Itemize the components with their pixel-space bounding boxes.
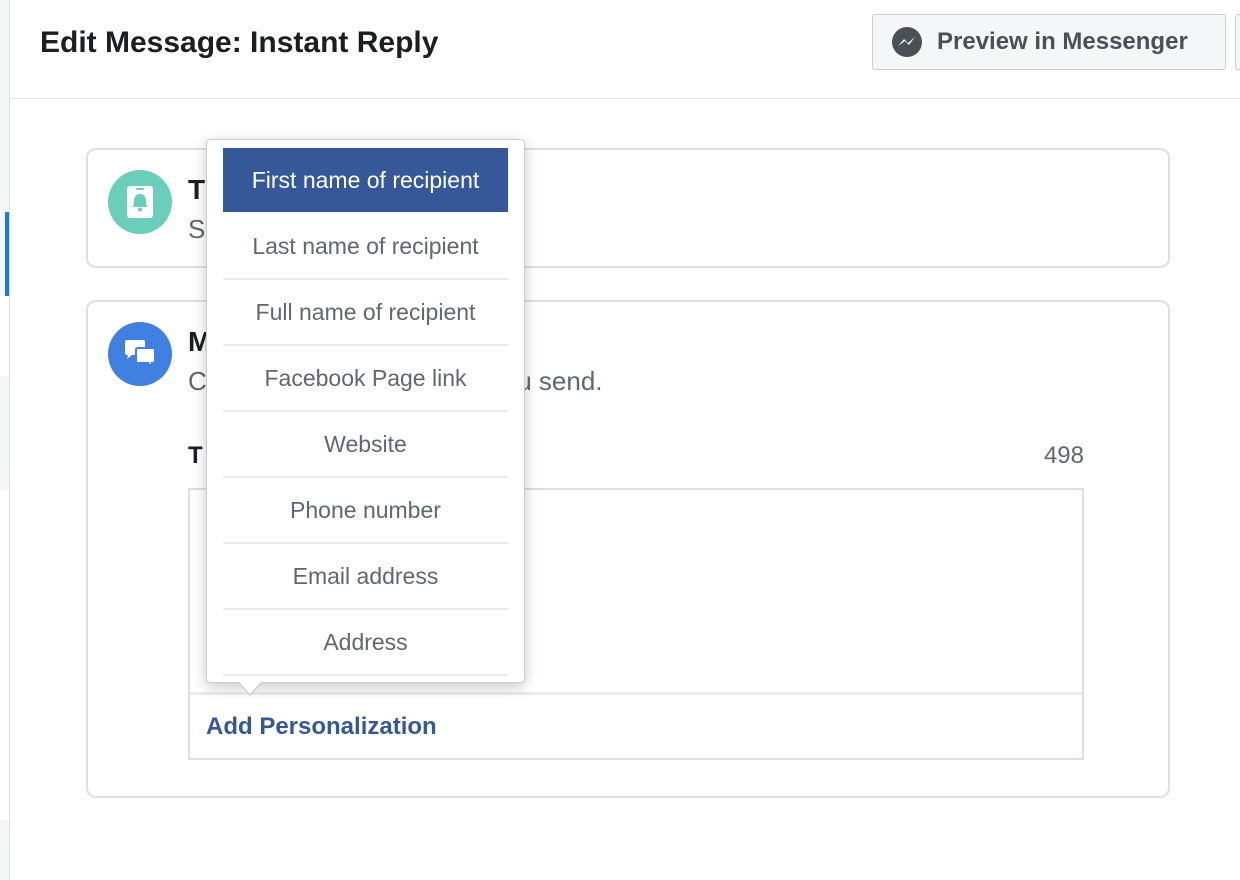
character-count: 498 (1043, 442, 1084, 469)
menu-item-website[interactable]: Website (223, 412, 508, 478)
trigger-card-subtitle: S (188, 214, 206, 244)
trigger-card-title: T (188, 174, 206, 205)
trigger-icon-circle (108, 170, 172, 234)
left-nav-active-indicator (5, 212, 9, 296)
add-personalization-link[interactable]: Add Personalization (206, 713, 437, 741)
left-nav-rail (0, 0, 10, 880)
chat-bubbles-icon (125, 340, 156, 370)
preview-in-messenger-button[interactable]: Preview in Messenger (872, 14, 1226, 70)
left-nav-tab[interactable] (0, 490, 9, 820)
text-area-footer: Add Personalization (190, 692, 1082, 760)
menu-item-last-name[interactable]: Last name of recipient (223, 214, 508, 280)
menu-item-address[interactable]: Address (223, 610, 508, 676)
messenger-icon (892, 27, 922, 57)
menu-item-first-name[interactable]: First name of recipient (223, 148, 508, 212)
menu-item-full-name[interactable]: Full name of recipient (223, 280, 508, 346)
bell-icon (127, 186, 153, 218)
menu-item-email-address[interactable]: Email address (223, 544, 508, 610)
menu-item-page-link[interactable]: Facebook Page link (223, 346, 508, 412)
text-field-label: T (188, 442, 203, 469)
message-icon-circle (108, 322, 172, 386)
personalization-dropdown: First name of recipient Last name of rec… (206, 139, 525, 696)
dropdown-pointer (237, 681, 263, 696)
message-card-subtitle-start: C (188, 366, 207, 396)
page-title: Edit Message: Instant Reply (40, 26, 439, 59)
page-header: Edit Message: Instant Reply Preview in M… (10, 0, 1240, 99)
left-nav-tab[interactable] (0, 296, 9, 376)
preview-button-label: Preview in Messenger (937, 28, 1188, 55)
menu-item-phone-number[interactable]: Phone number (223, 478, 508, 544)
more-options-button[interactable] (1235, 14, 1240, 70)
left-nav-segment (0, 0, 9, 98)
